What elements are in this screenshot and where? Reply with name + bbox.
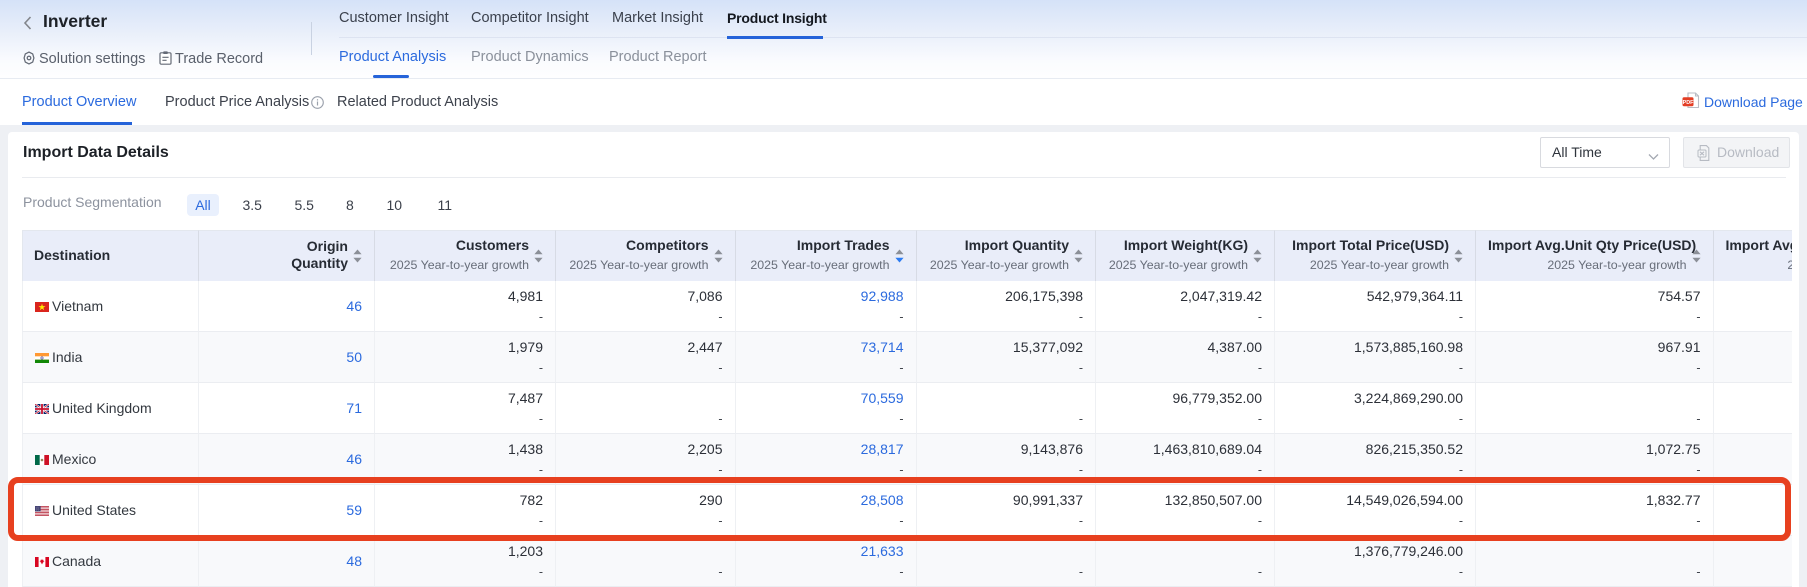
- svg-text:PDF: PDF: [1683, 100, 1694, 106]
